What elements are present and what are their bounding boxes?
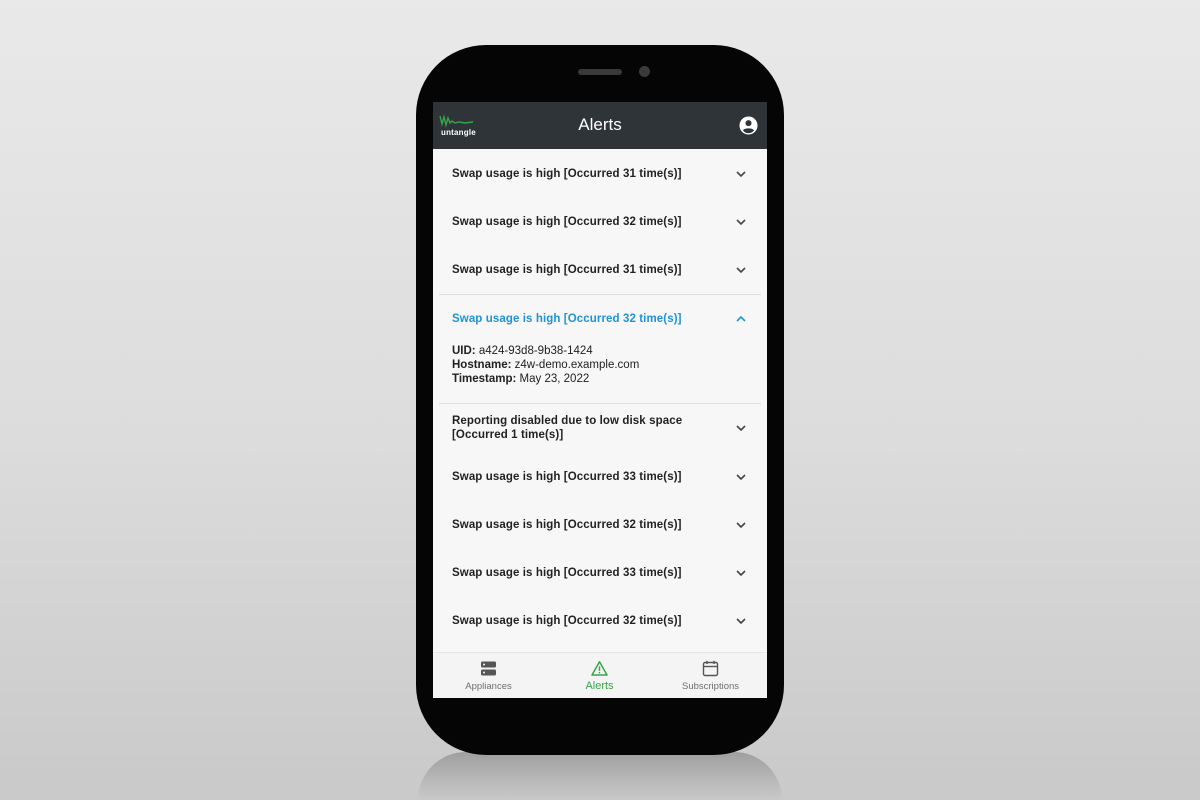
uid-value: a424-93d8-9b38-1424 [478, 345, 593, 357]
bottom-navigation: Appliances Alerts Subscriptions [433, 652, 767, 698]
alert-item[interactable]: Reporting disabled due to low disk space… [439, 404, 761, 453]
phone-speaker [578, 69, 622, 75]
nav-alerts[interactable]: Alerts [544, 653, 655, 698]
chevron-down-icon[interactable] [734, 421, 748, 435]
chevron-down-icon[interactable] [734, 263, 748, 277]
warning-icon [591, 661, 608, 676]
alert-title: Swap usage is high [Occurred 33 time(s)] [452, 566, 682, 579]
nav-label: Subscriptions [681, 681, 740, 692]
alert-title: Swap usage is high [Occurred 31 time(s)] [452, 167, 682, 180]
chevron-down-icon[interactable] [734, 167, 748, 181]
account-circle-icon[interactable] [739, 116, 758, 135]
alert-header[interactable]: Swap usage is high [Occurred 32 time(s)] [452, 198, 748, 245]
chevron-up-icon[interactable] [734, 312, 748, 326]
alert-title: Swap usage is high [Occurred 32 time(s)] [452, 312, 682, 325]
chevron-down-icon[interactable] [734, 215, 748, 229]
alert-details: UID: a424-93d8-9b38-1424 Hostname: z4w-d… [452, 342, 748, 403]
alert-item[interactable]: Swap usage is high [Occurred 32 time(s)] [439, 198, 761, 246]
timestamp-value: May 23, 2022 [519, 373, 590, 385]
nav-appliances[interactable]: Appliances [433, 653, 544, 698]
chevron-down-icon[interactable] [734, 470, 748, 484]
chevron-down-icon[interactable] [734, 566, 748, 580]
alert-title: Swap usage is high [Occurred 33 time(s)] [452, 470, 682, 483]
uid-row: UID: a424-93d8-9b38-1424 [452, 344, 748, 358]
app-screen: untangle Alerts Swap usage is high [Occu… [433, 102, 767, 698]
alert-title: Swap usage is high [Occurred 32 time(s)] [452, 614, 682, 627]
page-title: Alerts [578, 115, 622, 134]
alert-item[interactable]: Swap usage is high [Occurred 31 time(s)] [439, 150, 761, 198]
hostname-row: Hostname: z4w-demo.example.com [452, 358, 748, 372]
alerts-list[interactable]: Swap usage is high [Occurred 31 time(s)]… [433, 150, 767, 652]
alert-item[interactable]: Swap usage is high [Occurred 32 time(s)] [439, 501, 761, 549]
alert-item[interactable]: Swap usage is high [Occurred 33 time(s)] [439, 453, 761, 501]
alert-header[interactable]: Swap usage is high [Occurred 31 time(s)] [452, 246, 748, 293]
alert-header[interactable]: Swap usage is high [Occurred 32 time(s)] [452, 597, 748, 644]
alert-title: Swap usage is high [Occurred 32 time(s)] [452, 215, 682, 228]
alert-header[interactable]: Swap usage is high [Occurred 31 time(s)] [452, 150, 748, 197]
phone-camera [639, 66, 650, 77]
chevron-down-icon[interactable] [734, 614, 748, 628]
alert-header[interactable]: Reporting disabled due to low disk space… [452, 404, 748, 452]
chevron-down-icon[interactable] [734, 518, 748, 532]
alert-item[interactable]: Swap usage is high [Occurred 31 time(s)] [439, 246, 761, 294]
alert-header[interactable]: Swap usage is high [Occurred 33 time(s)] [452, 453, 748, 500]
hostname-value: z4w-demo.example.com [514, 359, 640, 371]
nav-subscriptions[interactable]: Subscriptions [655, 653, 766, 698]
app-bar: untangle Alerts [433, 102, 767, 149]
alert-title: Swap usage is high [Occurred 31 time(s)] [452, 263, 682, 276]
alert-header[interactable]: Swap usage is high [Occurred 32 time(s)] [452, 295, 748, 342]
hostname-label: Hostname: [452, 359, 512, 371]
alert-item[interactable]: Swap usage is high [Occurred 33 time(s)] [439, 549, 761, 597]
alert-header[interactable]: Swap usage is high [Occurred 32 time(s)] [452, 501, 748, 548]
phone-reflection [418, 752, 782, 800]
alert-title: Swap usage is high [Occurred 32 time(s)] [452, 518, 682, 531]
phone-frame: untangle Alerts Swap usage is high [Occu… [416, 45, 784, 755]
alert-item[interactable]: Swap usage is high [Occurred 32 time(s)] [439, 597, 761, 645]
alert-title: Reporting disabled due to low disk space… [452, 415, 683, 441]
alert-header[interactable]: Swap usage is high [Occurred 33 time(s)] [452, 549, 748, 596]
timestamp-label: Timestamp: [452, 373, 517, 385]
timestamp-row: Timestamp: May 23, 2022 [452, 372, 748, 386]
server-icon [481, 661, 496, 676]
calendar-icon [702, 660, 719, 677]
uid-label: UID: [452, 345, 476, 357]
nav-label: Alerts [585, 680, 614, 692]
nav-label: Appliances [465, 681, 512, 692]
alert-item-expanded[interactable]: Swap usage is high [Occurred 32 time(s)]… [439, 294, 761, 404]
